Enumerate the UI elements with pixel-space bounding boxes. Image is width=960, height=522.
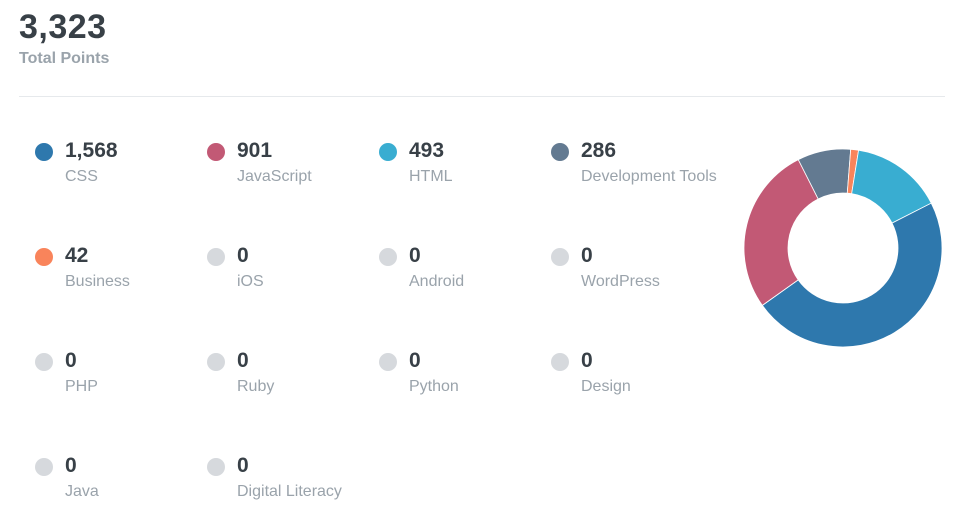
stat-value: 0 [237,349,249,372]
divider [19,96,945,97]
stat-label: iOS [237,273,264,290]
stat-html: 493 HTML [379,137,549,207]
stat-color-dot [35,248,53,266]
stat-label: Digital Literacy [237,483,342,500]
stat-label: PHP [65,378,98,395]
stat-ruby: 0 Ruby [207,347,377,417]
stat-color-dot [207,458,225,476]
stat-javascript: 901 JavaScript [207,137,377,207]
stat-value: 0 [581,244,593,267]
stat-label: Android [409,273,465,290]
stat-value: 0 [65,454,77,477]
stat-ios: 0 iOS [207,242,377,312]
stat-label: WordPress [581,273,660,290]
points-donut-chart [743,148,943,348]
stat-label: Java [65,483,99,500]
stat-color-dot [35,143,53,161]
stat-value: 0 [409,244,421,267]
stat-value: 901 [237,139,273,162]
stat-java: 0 Java [35,452,205,522]
stat-value: 0 [409,349,421,372]
stat-label: JavaScript [237,168,312,185]
stat-development-tools: 286 Development Tools [551,137,721,207]
stat-value: 0 [237,244,249,267]
stat-color-dot [379,248,397,266]
stat-color-dot [207,143,225,161]
stat-label: Business [65,273,130,290]
stat-css: 1,568 CSS [35,137,205,207]
points-summary: 3,323 Total Points [19,8,109,68]
donut-slice-javascript [743,159,819,306]
stat-value: 1,568 [65,139,118,162]
stat-color-dot [207,248,225,266]
stat-color-dot [35,353,53,371]
stat-color-dot [551,143,569,161]
stat-business: 42 Business [35,242,205,312]
total-points-value: 3,323 [19,8,107,46]
stat-value: 42 [65,244,89,267]
stat-label: Development Tools [581,168,717,185]
stat-color-dot [551,353,569,371]
stat-label: Python [409,378,459,395]
stat-label: HTML [409,168,453,185]
stat-color-dot [35,458,53,476]
stat-value: 0 [581,349,593,372]
stat-label: Ruby [237,378,275,395]
stat-value: 493 [409,139,445,162]
stat-design: 0 Design [551,347,721,417]
stat-color-dot [551,248,569,266]
total-points-label: Total Points [19,50,110,67]
stat-label: CSS [65,168,98,185]
stat-php: 0 PHP [35,347,205,417]
stat-wordpress: 0 WordPress [551,242,721,312]
stat-value: 286 [581,139,617,162]
stat-label: Design [581,378,631,395]
stat-color-dot [379,353,397,371]
stat-color-dot [379,143,397,161]
stat-value: 0 [65,349,77,372]
stat-value: 0 [237,454,249,477]
stat-digital-literacy: 0 Digital Literacy [207,452,377,522]
stat-android: 0 Android [379,242,549,312]
stat-color-dot [207,353,225,371]
stat-python: 0 Python [379,347,549,417]
